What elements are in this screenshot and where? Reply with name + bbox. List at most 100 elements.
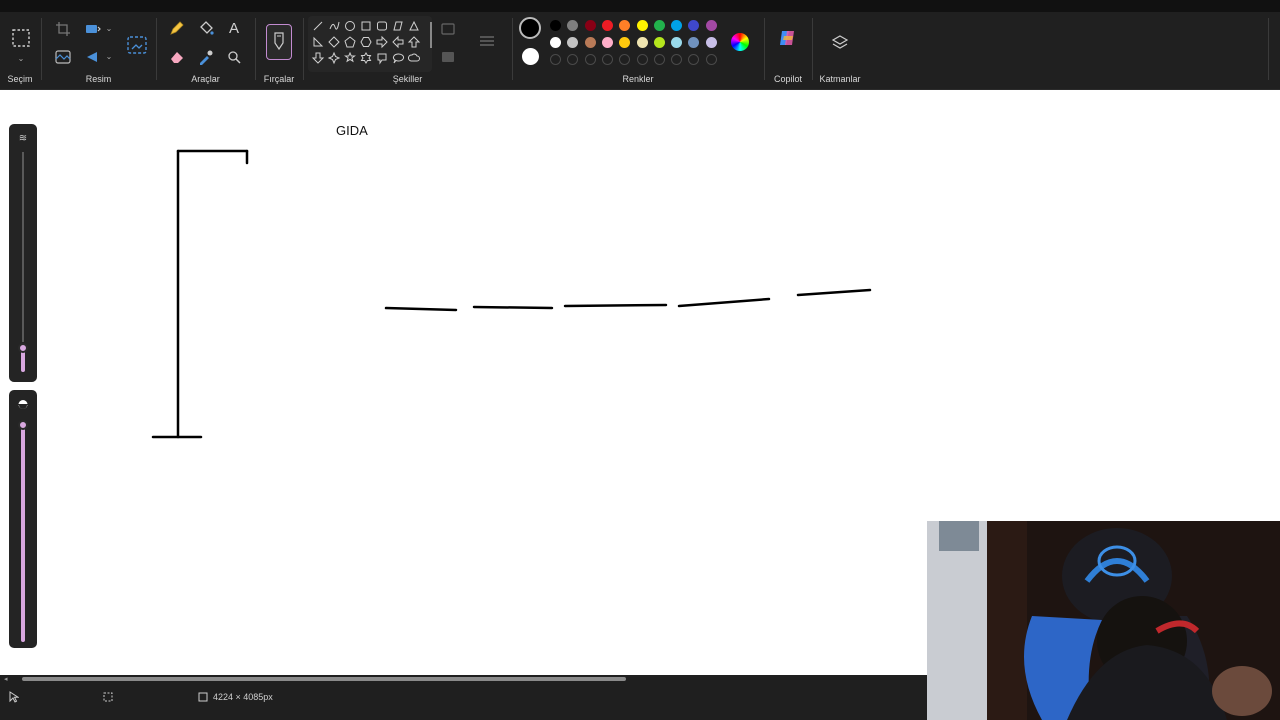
- opacity-slider-panel: [9, 390, 37, 648]
- pencil-icon[interactable]: [166, 17, 188, 39]
- five-point-star-icon[interactable]: [344, 51, 356, 63]
- color-swatch[interactable]: [636, 20, 648, 31]
- brush-icon[interactable]: [266, 24, 292, 60]
- brushes-group: Fırçalar: [256, 12, 302, 90]
- color-swatch[interactable]: [688, 20, 700, 31]
- line-icon[interactable]: [313, 21, 323, 31]
- copilot-icon[interactable]: [777, 27, 799, 49]
- hexagon-icon[interactable]: [360, 37, 372, 47]
- color-swatch[interactable]: [550, 37, 561, 48]
- six-point-star-icon[interactable]: [360, 52, 372, 64]
- size-slider-track[interactable]: [22, 152, 24, 342]
- color-swatch[interactable]: [705, 37, 717, 48]
- line-size-icon[interactable]: [476, 30, 498, 52]
- gallows-drawing: [151, 149, 249, 439]
- stroke-width-icon: ≋: [18, 133, 28, 144]
- polygon-icon[interactable]: [393, 21, 403, 31]
- triangle-icon[interactable]: [409, 20, 419, 31]
- four-point-star-icon[interactable]: [327, 51, 341, 65]
- custom-color-slot[interactable]: [653, 54, 665, 65]
- tools-group-label: Araçlar: [191, 74, 220, 84]
- category-label: GIDA: [336, 123, 368, 138]
- shapes-grid[interactable]: [310, 18, 434, 72]
- color-swatch[interactable]: [653, 37, 665, 48]
- down-arrow-icon[interactable]: [311, 52, 325, 64]
- color-swatch[interactable]: [601, 37, 613, 48]
- color-swatch[interactable]: [584, 37, 596, 48]
- color-swatch[interactable]: [636, 37, 648, 48]
- right-arrow-icon[interactable]: [376, 35, 388, 49]
- pentagon-icon[interactable]: [344, 36, 356, 48]
- webcam-overlay: [927, 521, 1280, 720]
- opacity-drop-icon: [14, 395, 32, 413]
- custom-color-slot[interactable]: [619, 54, 631, 65]
- cloud-callout-icon[interactable]: [407, 53, 420, 62]
- size-slider-panel: ≋: [9, 124, 37, 382]
- shapes-scrollbar[interactable]: [430, 22, 432, 48]
- word-blanks: [384, 288, 872, 312]
- color-swatch[interactable]: [567, 20, 579, 31]
- color-swatch[interactable]: [584, 20, 596, 31]
- custom-color-slot[interactable]: [705, 54, 717, 65]
- custom-color-slot[interactable]: [601, 54, 613, 65]
- fill-bucket-icon[interactable]: [195, 17, 217, 39]
- rounded-callout-icon[interactable]: [377, 53, 387, 65]
- up-arrow-icon[interactable]: [407, 36, 421, 48]
- color-swatch[interactable]: [705, 20, 717, 31]
- chevron-down-icon[interactable]: ⌄: [100, 20, 118, 38]
- color-swatch[interactable]: [671, 20, 683, 31]
- cursor-position-icon: [5, 688, 23, 706]
- fill-icon[interactable]: [437, 46, 459, 68]
- secondary-color-swatch[interactable]: [522, 48, 539, 65]
- eraser-icon[interactable]: [166, 46, 188, 68]
- image-creator-icon[interactable]: [124, 32, 150, 58]
- title-bar-strip: [0, 0, 1280, 12]
- custom-color-slot[interactable]: [550, 54, 561, 65]
- image-background-icon[interactable]: [52, 46, 74, 68]
- status-bar: 4224 × 4085px: [0, 683, 927, 720]
- webcam-feed-image: [927, 521, 1280, 720]
- rectangle-icon[interactable]: [361, 21, 371, 31]
- rounded-rectangle-icon[interactable]: [377, 21, 387, 31]
- text-icon[interactable]: A: [223, 17, 245, 39]
- horizontal-scrollbar[interactable]: ◂: [0, 675, 927, 683]
- left-arrow-icon[interactable]: [392, 35, 404, 49]
- crop-icon[interactable]: [52, 18, 74, 40]
- image-group: ⌄ ⌄ Resim: [42, 12, 155, 90]
- color-swatch[interactable]: [601, 20, 613, 31]
- color-swatch[interactable]: [567, 37, 579, 48]
- selection-icon[interactable]: [9, 26, 33, 50]
- diamond-icon[interactable]: [328, 36, 340, 48]
- layers-group[interactable]: Katmanlar: [813, 12, 867, 90]
- curve-icon[interactable]: [329, 21, 340, 30]
- scroll-left-icon[interactable]: ◂: [4, 675, 8, 683]
- color-swatch[interactable]: [671, 37, 683, 48]
- custom-color-slot[interactable]: [688, 54, 700, 65]
- edit-colors-icon[interactable]: [731, 33, 749, 51]
- size-slider-thumb[interactable]: [18, 343, 28, 353]
- color-swatch[interactable]: [550, 20, 561, 31]
- custom-color-slot[interactable]: [636, 54, 648, 65]
- oval-callout-icon[interactable]: [393, 53, 405, 64]
- color-swatch[interactable]: [619, 37, 631, 48]
- outline-icon[interactable]: [437, 18, 459, 40]
- color-swatch[interactable]: [688, 37, 700, 48]
- oval-icon[interactable]: [345, 21, 355, 31]
- color-swatch[interactable]: [619, 20, 631, 31]
- opacity-slider-fill: [21, 428, 25, 642]
- opacity-slider-thumb[interactable]: [18, 420, 28, 430]
- color-swatch[interactable]: [653, 20, 665, 31]
- shapes-group-label: Şekiller: [392, 74, 423, 84]
- custom-color-slot[interactable]: [567, 54, 579, 65]
- layers-icon[interactable]: [829, 32, 851, 54]
- letter-blank: [384, 306, 458, 312]
- primary-color-swatch[interactable]: [519, 17, 541, 39]
- chevron-down-icon[interactable]: ⌄: [12, 50, 30, 68]
- custom-color-slot[interactable]: [671, 54, 683, 65]
- color-picker-icon[interactable]: [195, 46, 217, 68]
- chevron-down-icon[interactable]: ⌄: [100, 48, 118, 66]
- magnifier-icon[interactable]: [223, 46, 245, 68]
- custom-color-slot[interactable]: [584, 54, 596, 65]
- scrollbar-thumb[interactable]: [22, 677, 626, 681]
- right-triangle-icon[interactable]: [313, 36, 324, 47]
